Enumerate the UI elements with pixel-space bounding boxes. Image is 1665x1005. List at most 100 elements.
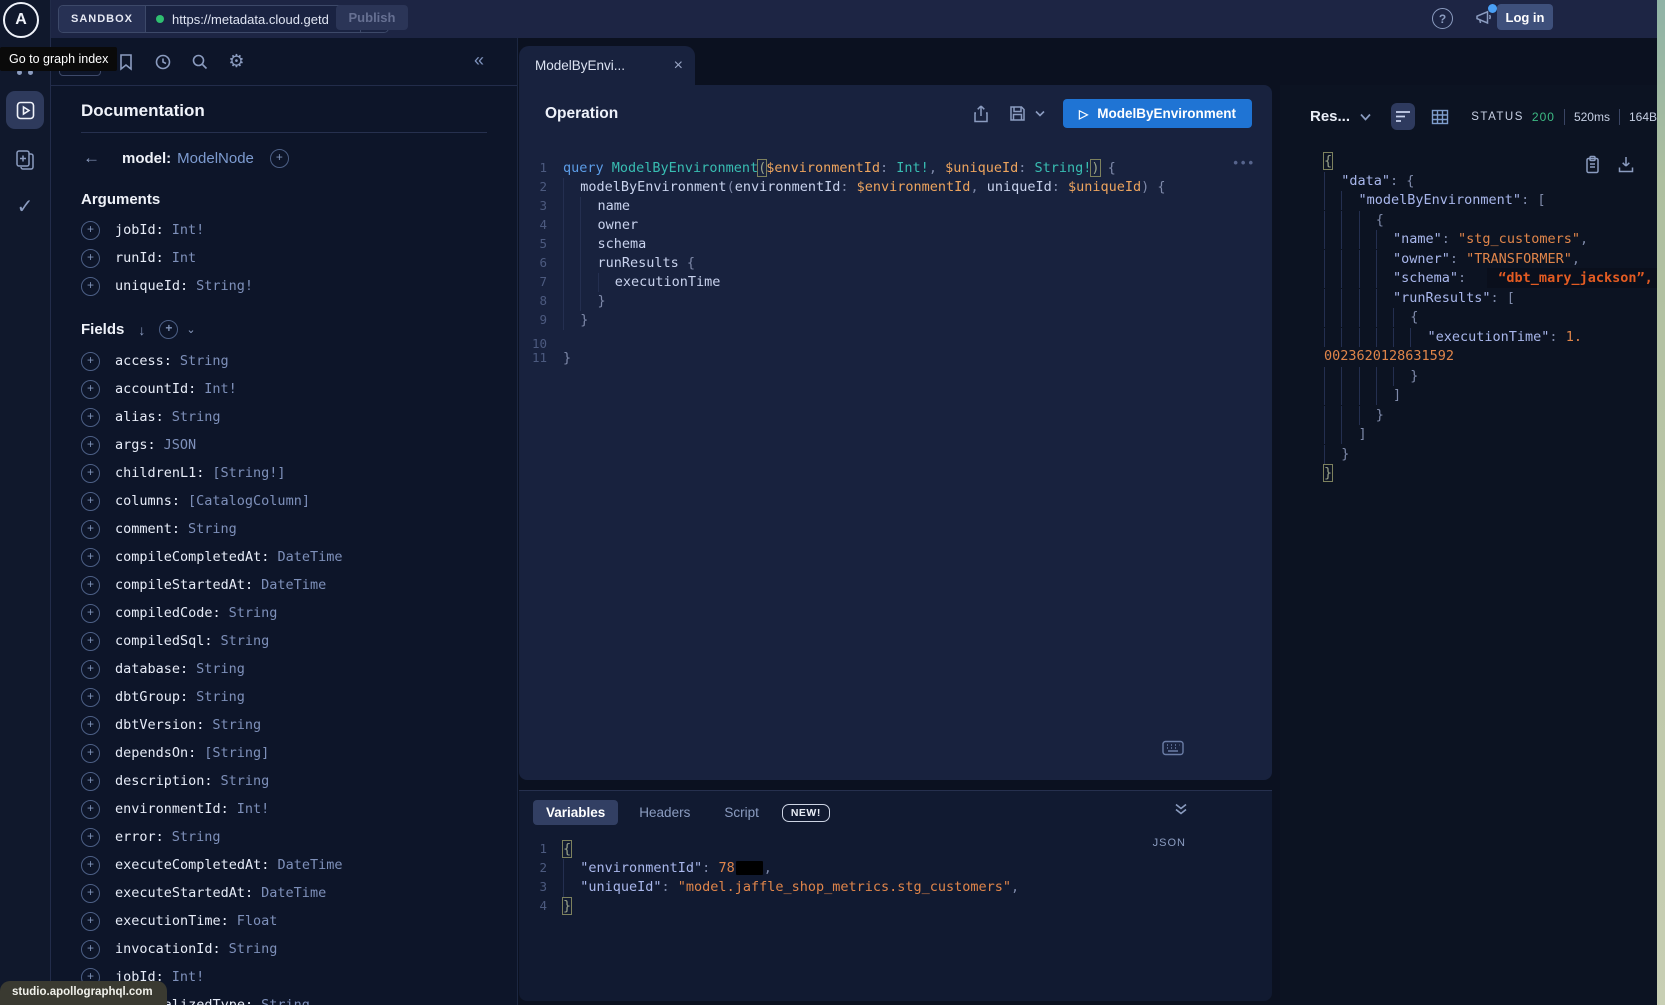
code-line[interactable]: "name": "stg_customers", [1324, 230, 1651, 250]
apollo-logo[interactable]: A [3, 2, 39, 38]
field-type-link[interactable]: String [261, 997, 310, 1005]
add-to-operation-button[interactable]: + [81, 548, 100, 567]
formatted-view-icon[interactable] [1391, 103, 1415, 130]
add-to-operation-button[interactable]: + [81, 856, 100, 875]
download-response-icon[interactable] [1617, 155, 1635, 174]
field-type-link[interactable]: JSON [164, 437, 197, 453]
add-to-operation-button[interactable]: + [81, 221, 100, 240]
tab-headers[interactable]: Headers [626, 800, 703, 825]
field-type-link[interactable]: Int! [172, 222, 205, 238]
field-type-link[interactable]: String [229, 941, 278, 957]
field-row[interactable]: +childrenL1:[String!] [81, 459, 487, 487]
field-type-link[interactable]: String [221, 773, 270, 789]
add-to-operation-button[interactable]: + [81, 940, 100, 959]
field-type-link[interactable]: String [212, 717, 261, 733]
settings-gear-icon[interactable]: ⚙ [218, 51, 255, 72]
add-to-operation-button[interactable]: + [81, 352, 100, 371]
add-to-operation-button[interactable]: + [81, 660, 100, 679]
operation-editor[interactable]: 1query ModelByEnvironment($environmentId… [519, 158, 1262, 367]
code-line[interactable]: 0023620128631592 [1324, 347, 1651, 367]
add-to-operation-button[interactable]: + [81, 772, 100, 791]
code-line[interactable]: "modelByEnvironment": [ [1324, 191, 1651, 211]
add-to-operation-button[interactable]: + [81, 632, 100, 651]
field-row[interactable]: +compiledCode:String [81, 599, 487, 627]
field-row[interactable]: +compileStartedAt:DateTime [81, 571, 487, 599]
add-to-operation-button[interactable]: + [81, 576, 100, 595]
code-line[interactable]: ] [1324, 425, 1651, 445]
code-line[interactable]: 3"uniqueId": "model.jaffle_shop_metrics.… [519, 877, 1262, 896]
close-tab-icon[interactable]: × [674, 57, 683, 75]
field-row[interactable]: +environmentId:Int! [81, 795, 487, 823]
add-to-operation-button[interactable]: + [81, 408, 100, 427]
field-row[interactable]: +accountId:Int! [81, 375, 487, 403]
table-view-icon[interactable] [1431, 109, 1449, 125]
field-type-link[interactable]: String [180, 353, 229, 369]
code-line[interactable]: 6runResults { [519, 253, 1262, 272]
field-row[interactable]: +access:String [81, 347, 487, 375]
chevron-down-icon[interactable]: ⌄ [186, 323, 195, 336]
code-line[interactable]: 2modelByEnvironment(environmentId: $envi… [519, 177, 1262, 196]
field-row[interactable]: +executeCompletedAt:DateTime [81, 851, 487, 879]
field-type-link[interactable]: String [172, 409, 221, 425]
code-line[interactable]: { [1324, 308, 1651, 328]
field-type-link[interactable]: DateTime [277, 857, 342, 873]
code-line[interactable]: "runResults": [ [1324, 289, 1651, 309]
field-type-link[interactable]: [String!] [212, 465, 285, 481]
back-arrow-icon[interactable]: ← [83, 148, 100, 168]
code-line[interactable]: "data": { [1324, 172, 1651, 192]
code-line[interactable]: 9} [519, 310, 1262, 329]
add-to-operation-button[interactable]: + [81, 800, 100, 819]
field-row[interactable]: +dependsOn:[String] [81, 739, 487, 767]
save-options-chevron-icon[interactable] [1035, 110, 1045, 117]
field-row[interactable]: +error:String [81, 823, 487, 851]
add-type-button[interactable]: + [270, 149, 289, 168]
field-type-link[interactable]: String [229, 605, 278, 621]
field-row[interactable]: +database:String [81, 655, 487, 683]
response-json[interactable]: {"data": {"modelByEnvironment": [{"name"… [1324, 152, 1651, 484]
add-to-operation-button[interactable]: + [81, 884, 100, 903]
explorer-tab-icon[interactable] [6, 91, 44, 129]
tab-script[interactable]: Script [711, 800, 772, 825]
code-line[interactable]: 11} [519, 348, 1262, 367]
add-to-operation-button[interactable]: + [81, 492, 100, 511]
code-line[interactable]: } [1324, 367, 1651, 387]
field-row[interactable]: +args:JSON [81, 431, 487, 459]
code-line[interactable]: "executionTime": 1. [1324, 328, 1651, 348]
field-type-link[interactable]: Int! [237, 801, 270, 817]
add-to-operation-button[interactable]: + [81, 436, 100, 455]
add-to-operation-button[interactable]: + [81, 912, 100, 931]
endpoint-url-box[interactable]: https://metadata.cloud.getd [146, 6, 360, 32]
code-line[interactable]: 4owner [519, 215, 1262, 234]
code-line[interactable]: 1query ModelByEnvironment($environmentId… [519, 158, 1262, 177]
history-icon[interactable] [144, 52, 181, 72]
code-line[interactable]: 2"environmentId": 78, [519, 858, 1262, 877]
variables-editor[interactable]: 1{2"environmentId": 78,3"uniqueId": "mod… [519, 839, 1262, 915]
sort-icon[interactable]: ↓ [138, 322, 145, 338]
collapse-panel-double-chevron-icon[interactable] [1174, 803, 1188, 815]
add-to-operation-button[interactable]: + [81, 604, 100, 623]
run-operation-button[interactable]: ▷ ModelByEnvironment [1063, 99, 1252, 128]
code-line[interactable]: 1{ [519, 839, 1262, 858]
tab-variables[interactable]: Variables [533, 800, 618, 825]
field-type-link[interactable]: String [196, 689, 245, 705]
field-type-link[interactable]: Int! [204, 381, 237, 397]
field-type-link[interactable]: String [196, 661, 245, 677]
code-line[interactable]: { [1324, 211, 1651, 231]
code-line[interactable]: 4} [519, 896, 1262, 915]
field-row[interactable]: +executeStartedAt:DateTime [81, 879, 487, 907]
field-row[interactable]: +compileCompletedAt:DateTime [81, 543, 487, 571]
add-to-operation-button[interactable]: + [81, 277, 100, 296]
field-type-link[interactable]: String [188, 521, 237, 537]
add-to-operation-button[interactable]: + [81, 688, 100, 707]
field-row[interactable]: +description:String [81, 767, 487, 795]
type-link[interactable]: ModelNode [177, 150, 254, 167]
search-icon[interactable] [181, 52, 218, 72]
field-type-link[interactable]: [String] [204, 745, 269, 761]
keyboard-shortcuts-icon[interactable] [1162, 740, 1184, 756]
field-row[interactable]: +columns:[CatalogColumn] [81, 487, 487, 515]
code-line[interactable]: } [1324, 464, 1651, 484]
collapse-sidebar-icon[interactable]: « [474, 50, 484, 71]
chevron-down-icon[interactable] [1360, 113, 1371, 121]
argument-row[interactable]: +uniqueId:String! [81, 272, 487, 300]
argument-row[interactable]: +jobId:Int! [81, 216, 487, 244]
